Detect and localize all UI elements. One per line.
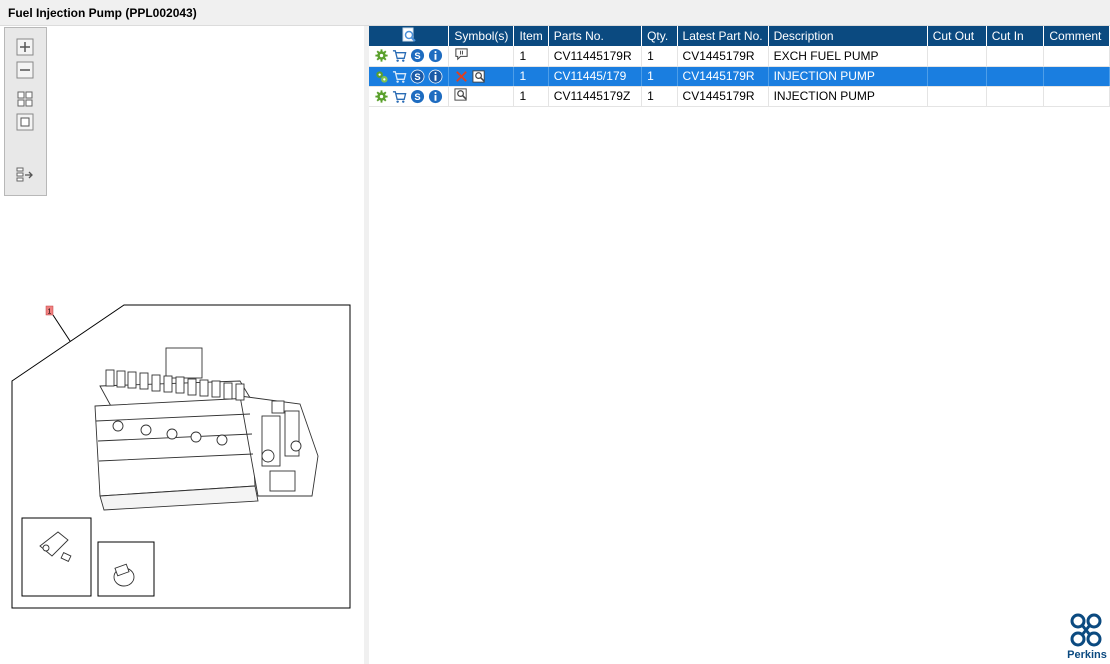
- parts-table: Symbol(s) Item Parts No. Qty. Latest Par…: [369, 26, 1110, 107]
- cell-latest-part-no: CV1445179R: [677, 86, 769, 107]
- cell-item: 1: [513, 46, 549, 67]
- cell-description: EXCH FUEL PUMP: [768, 46, 928, 67]
- row-actions: S: [369, 66, 450, 87]
- info-icon[interactable]: [428, 48, 443, 63]
- cell-parts-no: CV11445179Z: [548, 86, 643, 107]
- row-symbols: [448, 86, 515, 107]
- column-header-comment[interactable]: Comment: [1043, 26, 1110, 46]
- gear-icon[interactable]: [374, 89, 389, 104]
- callout-label[interactable]: 1: [48, 309, 52, 316]
- column-header-latest-part-no[interactable]: Latest Part No.: [677, 26, 769, 46]
- shopping-cart-icon[interactable]: [392, 48, 407, 63]
- cell-item: 1: [513, 86, 549, 107]
- table-row-selected[interactable]: S 1 CV11445/179 1 CV1445179R INJECTION P…: [369, 66, 1110, 87]
- cell-cut-in: [986, 46, 1045, 67]
- supersession-icon[interactable]: S: [410, 69, 425, 84]
- info-icon[interactable]: [428, 89, 443, 104]
- row-actions: S: [369, 86, 450, 107]
- window-title: Fuel Injection Pump (PPL002043): [8, 6, 197, 20]
- title-bar: Fuel Injection Pump (PPL002043): [0, 0, 1110, 26]
- cell-comment: [1043, 66, 1110, 87]
- note-bubble-icon[interactable]: [454, 47, 469, 62]
- perkins-logo: Perkins: [1066, 612, 1107, 662]
- cell-comment: [1043, 86, 1110, 107]
- cell-comment: [1043, 46, 1110, 67]
- row-actions: S: [369, 46, 450, 67]
- cell-description: INJECTION PUMP: [768, 86, 928, 107]
- book-search-icon[interactable]: [454, 87, 469, 102]
- cell-latest-part-no: CV1445179R: [677, 66, 769, 87]
- cell-cut-out: [927, 46, 987, 67]
- cell-item: 1: [513, 66, 549, 87]
- supersession-icon[interactable]: S: [410, 89, 425, 104]
- parts-list-pane: Symbol(s) Item Parts No. Qty. Latest Par…: [369, 26, 1110, 664]
- perkins-logo-mark-icon: [1070, 613, 1102, 647]
- row-symbols: [448, 46, 515, 67]
- cell-qty: 1: [641, 86, 678, 107]
- shopping-cart-icon[interactable]: [392, 89, 407, 104]
- column-header-preview[interactable]: [369, 26, 450, 46]
- illustration-pane[interactable]: 1: [0, 26, 364, 664]
- column-header-cut-out[interactable]: Cut Out: [927, 26, 987, 46]
- brand-name: Perkins: [1067, 649, 1107, 661]
- column-header-item[interactable]: Item: [513, 26, 549, 46]
- svg-text:S: S: [414, 71, 420, 81]
- gear-icon[interactable]: [374, 48, 389, 63]
- book-search-icon[interactable]: [472, 69, 487, 84]
- cell-cut-in: [986, 86, 1045, 107]
- gear-alternate-icon[interactable]: [374, 69, 389, 84]
- cell-cut-out: [927, 86, 987, 107]
- table-row[interactable]: S 1 CV11445179R 1 CV1445179R EXCH FUEL P…: [369, 46, 1110, 67]
- table-row[interactable]: S 1 CV11445179Z 1 CV1445179R INJECTION P…: [369, 86, 1110, 107]
- cell-qty: 1: [641, 66, 678, 87]
- cell-description: INJECTION PUMP: [768, 66, 928, 87]
- column-header-parts-no[interactable]: Parts No.: [548, 26, 643, 46]
- cell-parts-no: CV11445179R: [548, 46, 643, 67]
- info-icon[interactable]: [428, 69, 443, 84]
- column-header-description[interactable]: Description: [768, 26, 928, 46]
- cell-latest-part-no: CV1445179R: [677, 46, 769, 67]
- cancelled-cross-icon[interactable]: [454, 69, 469, 84]
- svg-text:S: S: [414, 51, 420, 61]
- cell-cut-in: [986, 66, 1045, 87]
- column-header-symbols[interactable]: Symbol(s): [448, 26, 515, 46]
- column-header-cut-in[interactable]: Cut In: [986, 26, 1045, 46]
- shopping-cart-icon[interactable]: [392, 69, 407, 84]
- exploded-view-diagram[interactable]: 1: [0, 26, 364, 664]
- cell-qty: 1: [641, 46, 678, 67]
- row-symbols: [448, 66, 515, 87]
- column-header-qty[interactable]: Qty.: [641, 26, 678, 46]
- search-document-icon[interactable]: [401, 27, 417, 43]
- supersession-icon[interactable]: S: [410, 48, 425, 63]
- svg-text:S: S: [414, 91, 420, 101]
- table-header-row: Symbol(s) Item Parts No. Qty. Latest Par…: [369, 26, 1110, 46]
- detail-inset-1[interactable]: [21, 517, 92, 597]
- cell-cut-out: [927, 66, 987, 87]
- cell-parts-no: CV11445/179: [548, 66, 643, 87]
